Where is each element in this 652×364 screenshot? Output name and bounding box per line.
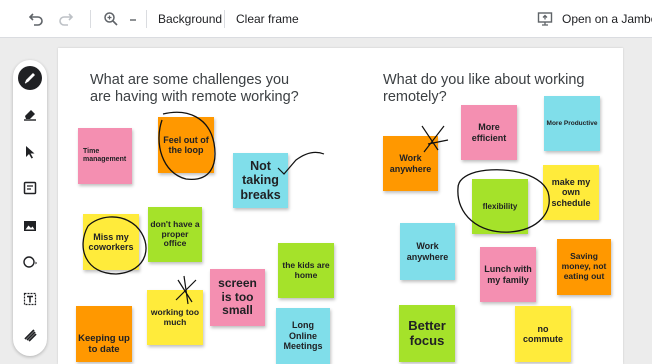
sticky-note[interactable]: Lunch with my family: [480, 247, 536, 302]
circle-shape-icon[interactable]: [18, 250, 42, 274]
laser-icon[interactable]: [18, 323, 42, 347]
sticky-note[interactable]: More Productive: [544, 96, 600, 151]
sticky-note[interactable]: flexibility: [472, 179, 528, 234]
image-icon[interactable]: [18, 214, 42, 238]
sticky-note[interactable]: Not taking breaks: [233, 153, 288, 208]
tool-sidebar: [13, 60, 47, 356]
sticky-note[interactable]: Work anywhere: [400, 223, 455, 280]
question-right-line-1: What do you like about working: [383, 72, 585, 88]
sticky-note[interactable]: Better focus: [399, 305, 455, 362]
sticky-note-icon[interactable]: [18, 176, 42, 200]
toolbar-divider: [146, 10, 147, 28]
toolbar-divider: [224, 10, 225, 28]
open-on-jamboard-button[interactable]: Open on a Jamboard: [562, 12, 652, 26]
sticky-note[interactable]: Miss my coworkers: [83, 214, 139, 270]
present-icon[interactable]: [535, 9, 555, 29]
text-box-icon[interactable]: [18, 287, 42, 311]
pen-tool-button[interactable]: [18, 66, 42, 90]
sticky-note[interactable]: Long Online Meetings: [276, 308, 330, 364]
sticky-note[interactable]: Time management: [78, 128, 132, 184]
sticky-note[interactable]: More efficient: [461, 105, 517, 160]
zoom-dropdown-icon[interactable]: [123, 9, 143, 29]
zoom-icon[interactable]: [101, 9, 121, 29]
sticky-note[interactable]: working too much: [147, 290, 203, 345]
jam-frame-canvas[interactable]: What are some challenges you are having …: [58, 48, 623, 364]
sticky-note[interactable]: no commute: [515, 306, 571, 362]
question-left: What are some challenges you are having …: [90, 72, 299, 106]
clear-frame-button[interactable]: Clear frame: [236, 12, 299, 26]
toolbar-divider: [90, 10, 91, 28]
select-arrow-icon[interactable]: [18, 140, 42, 164]
sticky-note[interactable]: Keeping up to date: [76, 306, 132, 362]
undo-icon[interactable]: [26, 9, 46, 29]
sticky-note[interactable]: the kids are home: [278, 243, 334, 298]
sticky-note[interactable]: screen is too small: [210, 269, 265, 326]
sticky-note[interactable]: Saving money, not eating out: [557, 239, 611, 295]
redo-icon[interactable]: [56, 9, 76, 29]
question-left-line-2: are having with remote working?: [90, 89, 299, 105]
sticky-note[interactable]: Work anywhere: [383, 136, 438, 191]
eraser-icon[interactable]: [18, 102, 42, 126]
sticky-note[interactable]: make my own schedule: [543, 165, 599, 220]
sticky-note[interactable]: don't have a proper office: [148, 207, 202, 262]
question-left-line-1: What are some challenges you: [90, 72, 290, 88]
sticky-note[interactable]: Feel out of the loop: [158, 117, 214, 173]
top-toolbar: Background Clear frame Open on a Jamboar…: [0, 0, 652, 38]
background-button[interactable]: Background: [158, 12, 222, 26]
